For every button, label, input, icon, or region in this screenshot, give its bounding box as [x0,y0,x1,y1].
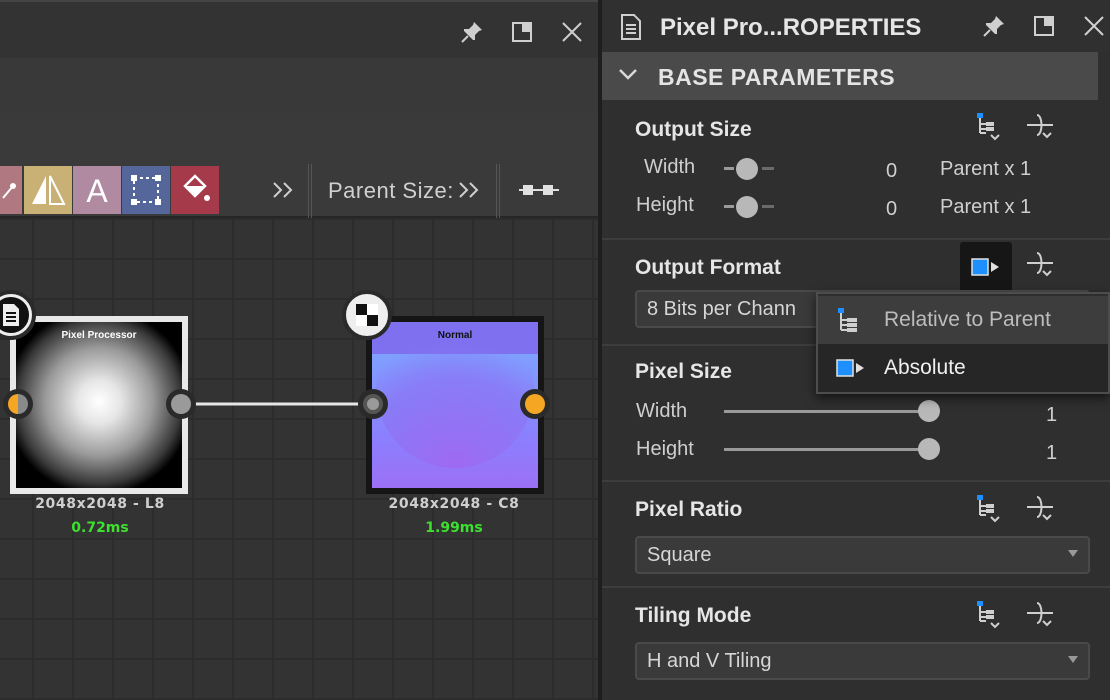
toolbar-separator [308,164,312,218]
inheritance-icon[interactable] [1022,246,1058,282]
input-port[interactable] [3,389,33,419]
node-compute-time: 0.72ms [71,520,129,536]
tiling-mode-group: Tiling Mode H and V Tiling [602,588,1110,700]
dropdown-arrow-icon [1068,550,1078,557]
width-label: Width [644,156,696,178]
pixel-width-slider[interactable] [724,400,944,422]
pixel-height-value: 1 [1046,442,1058,464]
section-title: BASE PARAMETERS [658,64,896,90]
output-port[interactable] [166,389,196,419]
graph-header-bar [0,58,598,112]
size-mode-menu: Relative to Parent Absolute [816,292,1110,394]
node-resolution: 2048x2048 - L8 [35,496,165,512]
close-icon[interactable] [558,18,586,46]
height-description: Parent x 1 [940,196,1032,218]
expand-chevrons-icon[interactable] [258,166,308,214]
absolute-mode-button[interactable] [960,242,1012,292]
relative-to-parent-icon[interactable] [970,108,1006,144]
width-description: Parent x 1 [940,158,1032,180]
graph-toolbar: A Parent Size: [0,112,598,218]
menu-item-absolute[interactable]: Absolute [818,344,1108,392]
pixel-size-title: Pixel Size [635,360,732,383]
document-icon [0,294,32,336]
chevron-down-icon [618,68,638,87]
pixel-height-slider[interactable] [724,438,944,460]
pin-icon[interactable] [458,18,486,46]
tiling-mode-title: Tiling Mode [635,604,752,627]
graph-pane: A Parent Size: Pixel Processor 2048x2048… [0,0,598,700]
output-port[interactable] [520,389,550,419]
width-value: 0 [886,160,898,182]
width-slider[interactable] [724,158,776,180]
document-icon [620,13,642,46]
curve-tool-icon[interactable] [0,166,22,214]
tiling-mode-value: H and V Tiling [647,650,772,672]
pixel-ratio-title: Pixel Ratio [635,498,743,521]
output-format-value: 8 Bits per Chann [647,298,796,320]
dropdown-arrow-icon [1068,656,1078,663]
menu-item-label: Absolute [884,356,966,379]
graph-titlebar [0,0,598,58]
toolbar-separator [496,164,500,218]
output-size-group: Output Size Width 0 Parent x 1 Height 0 … [602,100,1110,240]
height-value: 0 [886,198,898,220]
maximize-icon[interactable] [508,18,536,46]
symmetry-tool-icon[interactable] [24,166,72,214]
properties-titlebar: Pixel Pro...ROPERTIES [602,0,1110,52]
pixel-width-value: 1 [1046,404,1058,426]
output-size-title: Output Size [635,118,752,141]
output-format-title: Output Format [635,256,781,279]
parent-size-label: Parent Size: [328,178,454,203]
height-label: Height [636,194,694,216]
input-port[interactable] [358,389,388,419]
node-title: Normal [437,330,473,341]
base-parameters-header[interactable]: BASE PARAMETERS [602,52,1098,100]
absolute-icon [834,356,868,385]
properties-pane: Pixel Pro...ROPERTIES BASE PARAMETERS Ou… [602,0,1110,700]
node-badge [342,290,392,340]
relative-to-parent-icon[interactable] [970,490,1006,526]
pin-icon[interactable] [980,12,1008,40]
properties-title: Pixel Pro...ROPERTIES [660,14,922,41]
pixel-ratio-dropdown[interactable]: Square [635,536,1090,574]
svg-text:A: A [86,173,108,209]
pixel-ratio-value: Square [647,544,712,566]
relative-to-parent-icon[interactable] [970,596,1006,632]
link-nodes-icon[interactable] [514,166,564,214]
height-slider[interactable] [724,196,776,218]
node-compute-time: 1.99ms [425,520,483,536]
fill-tool-icon[interactable] [171,166,219,214]
inheritance-icon[interactable] [1022,596,1058,632]
width-label: Width [636,400,688,422]
relative-to-parent-icon [834,306,864,341]
menu-item-relative-to-parent[interactable]: Relative to Parent [818,296,1108,344]
height-label: Height [636,438,694,460]
checker-icon [346,294,388,336]
node-resolution: 2048x2048 - C8 [388,496,520,512]
tiling-mode-dropdown[interactable]: H and V Tiling [635,642,1090,680]
node-title: Pixel Processor [61,330,137,341]
graph-canvas[interactable]: Pixel Processor 2048x2048 - L8 0.72ms No… [0,218,598,700]
close-icon[interactable] [1080,12,1108,40]
inheritance-icon[interactable] [1022,108,1058,144]
maximize-icon[interactable] [1030,12,1058,40]
text-tool-icon[interactable]: A [73,166,121,214]
transform-tool-icon[interactable] [122,166,170,214]
pixel-ratio-group: Pixel Ratio Square [602,482,1110,588]
parent-size-chevrons-icon[interactable] [454,166,484,214]
menu-item-label: Relative to Parent [884,308,1051,331]
inheritance-icon[interactable] [1022,490,1058,526]
